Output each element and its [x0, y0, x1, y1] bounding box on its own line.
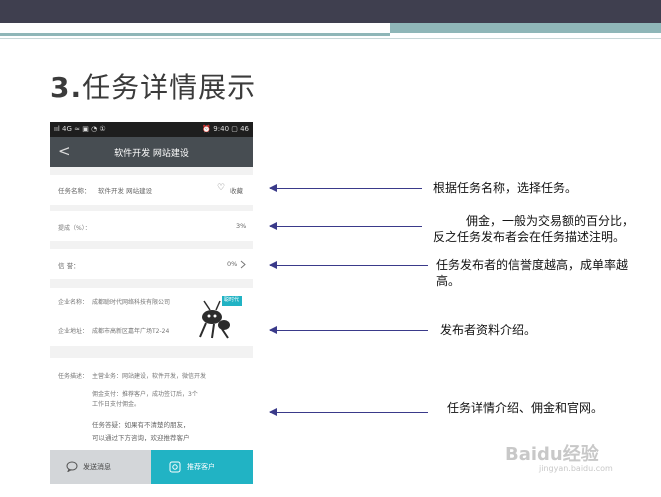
- heart-icon[interactable]: ♡: [217, 183, 225, 193]
- slide-title: 3.任务详情展示: [50, 66, 256, 106]
- arrow-head: [269, 408, 277, 416]
- header-accent-line: [0, 33, 390, 36]
- slide-title-text: 任务详情展示: [82, 71, 257, 104]
- header-accent-bar: [390, 23, 661, 33]
- arrow-head: [269, 326, 277, 334]
- note-task-name: 根据任务名称，选择任务。: [433, 181, 578, 195]
- nav-title: 软件开发 网站建设: [114, 149, 189, 159]
- task-description-card: 任务描述： 主营业务：网站建设，软件开发，微信开发 佣金支付：推荐客户，成功签订…: [50, 358, 253, 450]
- task-name-row: 任务名称： 软件开发 网站建设 ♡ 收藏: [50, 175, 253, 205]
- status-bar: ııl 4G ≈ ▣ ◔ ① ⏰ 9:40 ▢ 46: [50, 122, 253, 137]
- task-name-value: 软件开发 网站建设: [98, 187, 153, 195]
- arrow-details: [269, 408, 428, 416]
- header-divider: [0, 38, 661, 39]
- arrow-task-name: [269, 184, 422, 192]
- slide-title-number: 3.: [50, 71, 83, 104]
- company-addr-label: 企业地址：: [58, 328, 89, 335]
- desc-line-5: 可以通过下方咨询，欢迎推荐客户: [92, 434, 190, 442]
- company-name-label: 企业名称：: [58, 299, 89, 306]
- watermark-main: Baidu经验: [505, 444, 599, 465]
- recommend-client-label: 推荐客户: [187, 463, 215, 471]
- note-details: 任务详情介绍、佣金和官网。: [447, 401, 604, 415]
- arrow-commission: [269, 222, 422, 230]
- note-commission-line-2: 反之任务发布者会在任务描述注明。: [433, 230, 626, 244]
- phone-screenshot: ııl 4G ≈ ▣ ◔ ① ⏰ 9:40 ▢ 46 < 软件开发 网站建设 任…: [50, 122, 253, 484]
- desc-label: 任务描述：: [58, 373, 89, 380]
- note-reputation-line-1: 任务发布者的信誉度越高，成单率越: [436, 258, 629, 272]
- commission-value: 3%: [236, 222, 247, 230]
- favorite-label[interactable]: 收藏: [230, 185, 243, 195]
- status-left: ııl 4G ≈ ▣ ◔ ①: [54, 125, 106, 133]
- header-bar: [0, 0, 661, 23]
- status-right: ⏰ 9:40 ▢ 46: [202, 125, 249, 133]
- desc-line-2: 佣金支付：推荐客户，成功签订后，3个: [92, 391, 198, 398]
- recommend-client-button[interactable]: 推荐客户: [151, 450, 253, 484]
- note-reputation-line-2: 高。: [436, 274, 461, 288]
- desc-line-3: 工作日支付佣金。: [92, 401, 141, 408]
- arrow-head: [269, 222, 277, 230]
- company-addr-value: 成都市高新区嘉年广场T2-24: [92, 328, 170, 335]
- arrow-head: [269, 261, 277, 269]
- send-message-label: 发送消息: [83, 463, 111, 471]
- chat-bubble-icon: [66, 461, 78, 472]
- logo-badge-text: 聪时代: [224, 297, 240, 303]
- nav-bar: < 软件开发 网站建设: [50, 137, 253, 167]
- note-publisher: 发布者资料介绍。: [440, 323, 537, 337]
- reputation-row[interactable]: 信 誉： 0%: [50, 249, 253, 279]
- baidu-watermark: Baidu经验 jingyan.baidu.com: [505, 440, 613, 473]
- commission-row: 提成（%）： 3%: [50, 211, 253, 241]
- watermark-sub: jingyan.baidu.com: [539, 464, 613, 473]
- note-commission-line-1: 佣金，一般为交易额的百分比，: [466, 214, 635, 228]
- desc-line-1: 主营业务：网站建设，软件开发，微信开发: [92, 373, 207, 380]
- chevron-right-icon: [240, 260, 246, 269]
- arrow-head: [269, 184, 277, 192]
- commission-label: 提成（%）：: [58, 225, 91, 232]
- reputation-label: 信 誉：: [58, 262, 80, 270]
- arrow-publisher: [269, 326, 428, 334]
- task-name-label: 任务名称：: [58, 187, 91, 195]
- company-name-value: 成都聪时代网络科技有限公司: [92, 299, 171, 306]
- arrow-reputation: [269, 261, 428, 269]
- recommend-icon: [169, 461, 181, 473]
- company-info-card: 企业名称： 成都聪时代网络科技有限公司 企业地址： 成都市高新区嘉年广场T2-2…: [50, 288, 253, 346]
- desc-line-4: 任务答疑：如果有不清楚的朋友，: [92, 421, 190, 429]
- reputation-value: 0%: [227, 260, 238, 268]
- send-message-button[interactable]: 发送消息: [50, 450, 151, 484]
